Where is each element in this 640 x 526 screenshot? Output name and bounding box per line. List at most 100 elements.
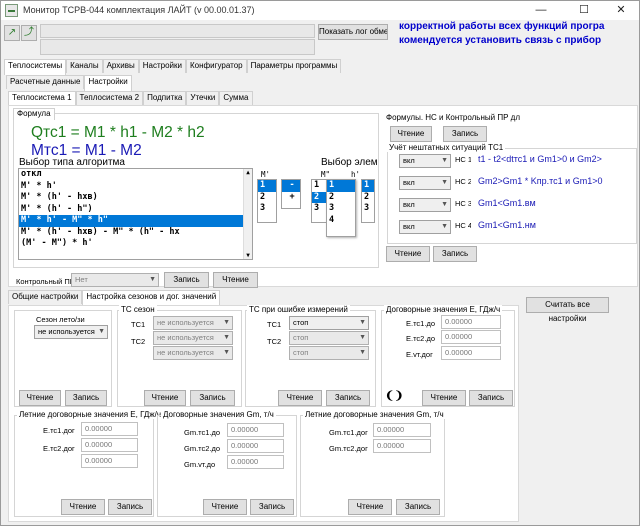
dropdown-item[interactable]: 1: [327, 180, 355, 192]
tab-makeup[interactable]: Подпитка: [143, 91, 187, 105]
title-bar: Монитор ТСРВ-044 комплектация ЛАЙТ (v 00…: [1, 1, 639, 20]
tab-archives[interactable]: Архивы: [102, 59, 139, 73]
contract-gm-read-button[interactable]: Чтение: [203, 499, 247, 515]
contract-e-write-button[interactable]: Запись: [469, 390, 513, 406]
tab-channels[interactable]: Каналы: [66, 59, 103, 73]
tab-season-settings[interactable]: Настройка сезонов и дог. значений: [82, 290, 221, 306]
nc3-mode-select[interactable]: вкл ▼: [399, 198, 451, 212]
m1-label: M': [261, 170, 271, 179]
scroll-down-icon[interactable]: ▼: [244, 252, 252, 259]
operator-item[interactable]: -: [282, 180, 300, 192]
nc-write-button[interactable]: Запись: [443, 126, 487, 142]
h2-item[interactable]: 2: [362, 192, 374, 204]
nc-read2-button[interactable]: Чтение: [386, 246, 430, 262]
connect-icon[interactable]: ↗: [4, 25, 20, 41]
read-all-settings-button[interactable]: Считать все настройки: [526, 297, 609, 323]
scroll-up-icon[interactable]: ▲: [244, 169, 252, 176]
minimize-button[interactable]: —: [521, 1, 561, 20]
tc2-error-select[interactable]: стоп ▼: [289, 331, 369, 345]
tc3-error-select[interactable]: стоп ▼: [289, 346, 369, 360]
tab-sum[interactable]: Сумма: [219, 91, 253, 105]
m1-item[interactable]: 3: [258, 203, 276, 215]
contract-gm-write-button[interactable]: Запись: [250, 499, 294, 515]
tc-error-write-button[interactable]: Запись: [326, 390, 370, 406]
nc-read-button[interactable]: Чтение: [390, 126, 432, 142]
tab-settings[interactable]: Настройки: [138, 59, 186, 73]
h2-item[interactable]: 1: [362, 180, 374, 192]
tc-season-read-button[interactable]: Чтение: [144, 390, 186, 406]
contract-gm-vt-input[interactable]: 0.00000: [227, 455, 284, 469]
season-select[interactable]: не используется ▼: [34, 325, 108, 339]
algo-item[interactable]: M' * h': [19, 181, 252, 193]
h2-item[interactable]: 3: [362, 203, 374, 215]
operator-listbox[interactable]: - +: [281, 179, 301, 209]
show-log-button[interactable]: Показать лог обмена: [318, 24, 388, 40]
algo-item[interactable]: M' * (h' - hхв): [19, 192, 252, 204]
tc-season-row-label: ТС2: [131, 337, 146, 346]
algo-item[interactable]: M' * (h' - h"): [19, 204, 252, 216]
h2-listbox[interactable]: 1 2 3: [361, 179, 375, 223]
nc-write2-button[interactable]: Запись: [433, 246, 477, 262]
algo-item-selected[interactable]: M' * h' - M" * h": [19, 215, 252, 227]
m1-item[interactable]: 1: [258, 180, 276, 192]
algo-item[interactable]: откл: [19, 169, 252, 181]
tab-configurator[interactable]: Конфигуратор: [185, 59, 247, 73]
contract-e-label: Договорные значения Е, ГДж/ч: [384, 305, 503, 314]
sub-tab-bar: Расчетные данные Настройки: [6, 75, 132, 91]
contract-gm-tc2-input[interactable]: 0.00000: [227, 439, 284, 453]
season-write-button[interactable]: Запись: [65, 390, 107, 406]
summer-gm-read-button[interactable]: Чтение: [348, 499, 392, 515]
summer-e-vt-input[interactable]: 0.00000: [81, 454, 138, 468]
tc-error-read-button[interactable]: Чтение: [278, 390, 322, 406]
control-write-button[interactable]: Запись: [164, 272, 209, 288]
summer-gm-write-button[interactable]: Запись: [396, 499, 440, 515]
tc-season-write-button[interactable]: Запись: [190, 390, 235, 406]
tab-heat-system-2[interactable]: Теплосистема 2: [75, 91, 144, 105]
contract-gm-tc1-input[interactable]: 0.00000: [227, 423, 284, 437]
algo-scrollbar[interactable]: ▲ ▼: [243, 169, 252, 259]
operator-item[interactable]: +: [282, 192, 300, 204]
dropdown-item[interactable]: 4: [327, 215, 355, 227]
summer-gm-tc2-input[interactable]: 0.00000: [373, 439, 431, 453]
tab-sub-settings[interactable]: Настройки: [84, 75, 132, 91]
summer-e-read-button[interactable]: Чтение: [61, 499, 105, 515]
element-dropdown[interactable]: 1 2 3 4: [326, 179, 356, 237]
tc1-error-select[interactable]: стоп ▼: [289, 316, 369, 330]
algorithm-listbox[interactable]: откл M' * h' M' * (h' - hхв) M' * (h' - …: [18, 168, 253, 260]
tc2-season-select[interactable]: не используется ▼: [153, 331, 233, 345]
control-read-button[interactable]: Чтение: [213, 272, 258, 288]
refresh-cycle-icon[interactable]: ❨❩: [385, 389, 403, 402]
algo-item[interactable]: (M' - M") * h': [19, 238, 252, 250]
refresh-icon[interactable]: ⤴: [21, 25, 37, 41]
tab-leaks[interactable]: Утечки: [186, 91, 220, 105]
summer-gm-tc1-input[interactable]: 0.00000: [373, 423, 431, 437]
nc1-mode-select[interactable]: вкл ▼: [399, 154, 451, 168]
contract-e-vt-input[interactable]: 0.00000: [441, 346, 501, 360]
nc-group-label: Формулы. НС и Контрольный ПР дл: [386, 113, 520, 122]
dropdown-item[interactable]: 3: [327, 203, 355, 215]
tc1-season-select[interactable]: не используется ▼: [153, 316, 233, 330]
algo-item[interactable]: M' * (h' - hхв) - M" * (h" - hх: [19, 227, 252, 239]
summer-e-tc1-input[interactable]: 0.00000: [81, 422, 138, 436]
control-select[interactable]: Нет ▼: [71, 273, 159, 287]
m1-item[interactable]: 2: [258, 192, 276, 204]
tab-heat-systems[interactable]: Теплосистемы: [4, 59, 67, 75]
summer-e-tc2-input[interactable]: 0.00000: [81, 438, 138, 452]
nc2-condition: Gm2>Gm1 * Kпр.тс1 и Gm1>0: [478, 176, 603, 186]
tab-calc-data[interactable]: Расчетные данные: [6, 75, 85, 89]
maximize-button[interactable]: ☐: [564, 1, 604, 20]
dropdown-item[interactable]: 2: [327, 192, 355, 204]
tab-program-params[interactable]: Параметры программы: [246, 59, 342, 73]
element-label: Выбор элем: [321, 157, 378, 168]
nc4-mode-select[interactable]: вкл ▼: [399, 220, 451, 234]
contract-e-tc2-input[interactable]: 0.00000: [441, 330, 501, 344]
contract-e-tc1-input[interactable]: 0.00000: [441, 315, 501, 329]
summer-e-write-button[interactable]: Запись: [108, 499, 152, 515]
tc3-season-select[interactable]: не используется ▼: [153, 346, 233, 360]
nc2-mode-select[interactable]: вкл ▼: [399, 176, 451, 190]
season-read-button[interactable]: Чтение: [19, 390, 61, 406]
tab-general-settings[interactable]: Общие настройки: [8, 290, 83, 304]
close-button[interactable]: ✕: [601, 1, 639, 20]
m1-listbox[interactable]: 1 2 3: [257, 179, 277, 223]
contract-e-read-button[interactable]: Чтение: [422, 390, 466, 406]
